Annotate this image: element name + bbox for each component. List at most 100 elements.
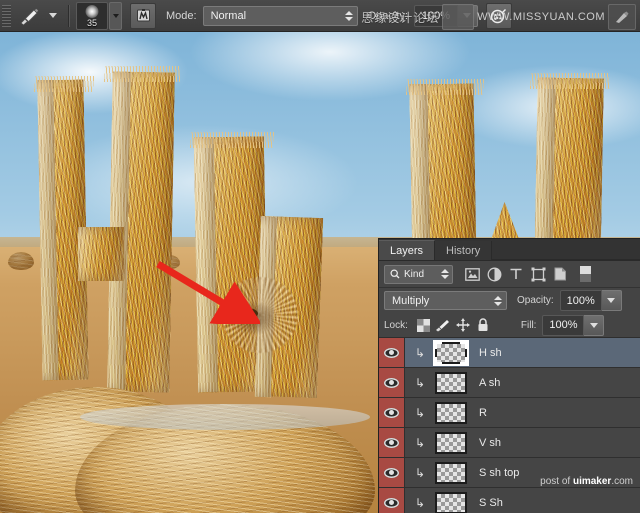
airbrush-icon[interactable] [486,3,512,29]
straw-fringe [34,76,94,92]
watermark-brand: uimaker [573,476,611,487]
eye-icon [384,348,399,358]
layer-opacity-dropdown[interactable] [602,290,622,311]
filter-kind-label: Kind [404,269,424,280]
eye-icon [384,408,399,418]
tab-layers-label: Layers [390,245,423,257]
straw-fringe [406,79,484,95]
clipping-mask-indicator-icon: ↳ [405,406,435,420]
layer-thumbnail[interactable] [435,402,467,424]
layer-visibility-toggle[interactable] [379,338,405,367]
layer-name[interactable]: H sh [479,347,502,359]
lock-and-fill-row: Lock: Fill: 100% [379,313,640,338]
layer-blend-mode-value: Multiply [392,295,429,307]
smart-object-filter-icon[interactable] [549,263,571,285]
type-layer-filter-icon[interactable] [505,263,527,285]
table-row[interactable]: ↳ A sh [379,368,640,398]
pixel-layer-filter-icon[interactable] [461,263,483,285]
brush-preset-chevron-down-icon[interactable] [49,13,57,18]
red-arrow-annotation [150,254,260,324]
site-watermark-bottom: post of uimaker.com [540,476,633,487]
lock-position-icon[interactable] [453,316,473,334]
tab-history-label: History [446,245,480,257]
straw-fringe [190,132,274,148]
fill-value: 100% [549,319,577,331]
panel-tab-bar: Layers History [379,239,640,261]
brush-preset-picker-button[interactable] [109,2,122,30]
layer-name[interactable]: A sh [479,377,500,389]
table-row[interactable]: ↳ S Sh post of uimaker.com [379,488,640,513]
layer-thumbnail[interactable] [435,372,467,394]
clipping-mask-indicator-icon: ↳ [405,376,435,390]
watermark-prefix: post of [540,476,573,487]
layer-visibility-toggle[interactable] [379,488,405,513]
photoshop-window: 35 Mode: Normal Opacity: 100% [0,0,640,513]
brush-size-value: 35 [87,18,97,29]
straw-fringe [104,66,180,82]
brush-size-preview[interactable]: 35 [76,2,108,30]
layer-name[interactable]: S sh top [479,467,519,479]
clipping-mask-indicator-icon: ↳ [405,496,435,510]
layer-visibility-toggle[interactable] [379,458,405,487]
clipping-mask-indicator-icon: ↳ [405,466,435,480]
eye-icon [384,468,399,478]
watermark-suffix: .com [611,476,633,487]
layer-opacity-value: 100% [567,295,595,307]
tab-bar-filler [492,240,640,260]
layer-thumbnail[interactable] [435,492,467,513]
layer-thumbnail[interactable] [435,432,467,454]
soft-round-brush-icon [86,5,99,18]
clipping-mask-indicator-icon: ↳ [405,346,435,360]
layer-name[interactable]: R [479,407,487,419]
adjustment-layer-filter-icon[interactable] [483,263,505,285]
lock-image-pixels-icon[interactable] [433,316,453,334]
search-icon [390,269,400,279]
opacity-input[interactable]: 100% [414,5,458,27]
layer-visibility-toggle[interactable] [379,398,405,427]
eye-icon [384,498,399,508]
chevron-updown-icon [494,296,502,306]
opacity-label: Opacity: [368,10,408,22]
table-row[interactable]: ↳ H sh [379,338,640,368]
filter-toggle-icon[interactable] [574,263,596,285]
distant-bale [8,252,34,270]
fill-dropdown[interactable] [584,315,604,336]
layers-panel: Layers History Kind [378,238,640,513]
blend-and-opacity-row: Multiply Opacity: 100% [379,288,640,313]
layer-thumbnail[interactable] [435,342,467,364]
fill-label: Fill: [521,320,537,331]
lock-label: Lock: [384,320,408,331]
eye-icon [384,378,399,388]
layer-thumbnail[interactable] [435,462,467,484]
tab-history[interactable]: History [435,241,492,260]
table-row[interactable]: ↳ R [379,398,640,428]
layer-opacity-input[interactable]: 100% [560,290,602,311]
mode-label: Mode: [166,10,197,22]
table-row[interactable]: ↳ V sh [379,428,640,458]
tab-layers[interactable]: Layers [379,240,435,260]
layer-list: ↳ H sh ↳ A sh [379,338,640,513]
tool-options-bar: 35 Mode: Normal Opacity: 100% [0,0,640,32]
layer-visibility-toggle[interactable] [379,368,405,397]
blend-mode-value: Normal [211,10,246,22]
lock-transparent-pixels-icon[interactable] [415,316,433,334]
lock-all-icon[interactable] [473,316,493,334]
filter-kind-select[interactable]: Kind [384,265,453,284]
divider [68,5,70,27]
layer-name[interactable]: V sh [479,437,501,449]
opacity-slider-dropdown[interactable] [458,5,478,27]
brush-panel-toggle-button[interactable] [130,3,156,29]
fill-input[interactable]: 100% [542,315,584,336]
layer-name[interactable]: S Sh [479,497,503,509]
layer-visibility-toggle[interactable] [379,428,405,457]
brush-tool-icon[interactable] [14,3,44,29]
chevron-updown-icon [345,11,353,21]
layer-blend-mode-select[interactable]: Multiply [384,291,507,310]
shape-layer-filter-icon[interactable] [527,263,549,285]
layer-opacity-label: Opacity: [517,295,554,306]
blend-mode-select[interactable]: Normal [203,6,358,26]
options-bar-grip[interactable] [2,5,11,27]
watermark-logo-icon [608,4,636,30]
bale-wrap-highlight [80,404,370,430]
clipping-mask-indicator-icon: ↳ [405,436,435,450]
